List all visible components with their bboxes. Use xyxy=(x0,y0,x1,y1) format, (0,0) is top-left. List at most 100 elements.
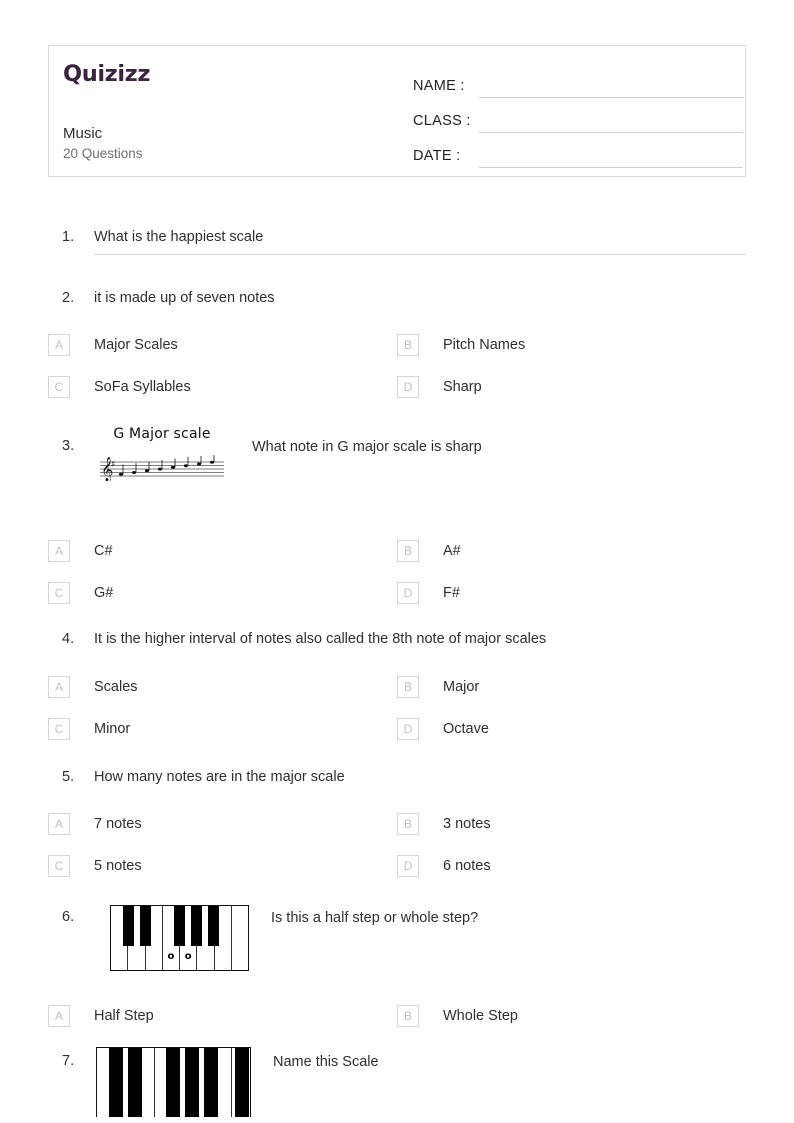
option-text: 5 notes xyxy=(94,858,142,875)
option-text: Scales xyxy=(94,678,138,695)
black-key-5 xyxy=(204,1048,218,1118)
option-a[interactable]: A Scales xyxy=(48,666,397,708)
question-number: 7. xyxy=(62,1053,75,1070)
option-text: Minor xyxy=(94,720,131,737)
black-key-2 xyxy=(128,1048,142,1118)
question-6: 6. o o Is this a half step or whole step… xyxy=(48,905,746,1037)
black-key-3 xyxy=(173,906,185,947)
option-letter: A xyxy=(48,675,70,698)
option-letter: C xyxy=(48,376,70,399)
option-letter: C xyxy=(48,717,70,740)
question-text: How many notes are in the major scale xyxy=(94,768,345,785)
name-input-line[interactable] xyxy=(479,76,743,98)
option-text: Major xyxy=(443,678,480,695)
white-key-8 xyxy=(232,906,248,970)
option-letter: D xyxy=(397,717,419,740)
option-b[interactable]: B 3 notes xyxy=(397,803,746,845)
question-number: 1. xyxy=(62,229,75,245)
key-marker: o xyxy=(167,951,175,963)
question-1: 1. What is the happiest scale xyxy=(48,228,746,255)
option-text: 6 notes xyxy=(443,858,491,875)
question-4: 4. It is the higher interval of notes al… xyxy=(48,630,746,750)
option-b[interactable]: B Major xyxy=(397,666,746,708)
question-text: It is the higher interval of notes also … xyxy=(94,631,547,648)
option-text: G# xyxy=(94,585,114,602)
music-staff-image: 𝄞 ♯ xyxy=(100,455,224,482)
option-letter: A xyxy=(48,540,70,563)
questions-list: 1. What is the happiest scale 2. it is m… xyxy=(48,228,746,1118)
question-image: G Major scale 𝄞 ♯ xyxy=(94,426,230,486)
question-text: What is the happiest scale xyxy=(94,228,746,255)
option-letter: B xyxy=(397,334,419,357)
option-letter: C xyxy=(48,855,70,878)
option-d[interactable]: D Sharp xyxy=(397,366,746,408)
option-letter: B xyxy=(397,813,419,836)
black-key-3 xyxy=(166,1048,180,1118)
student-info-fields: NAME : CLASS : DATE : xyxy=(413,64,743,169)
piano-keyboard-zoomed-image xyxy=(96,1047,251,1118)
option-text: SoFa Syllables xyxy=(94,379,191,396)
option-text: Sharp xyxy=(443,379,482,396)
option-a[interactable]: A C# xyxy=(48,530,397,572)
question-text: it is made up of seven notes xyxy=(94,289,275,306)
black-key-6 xyxy=(235,1048,249,1118)
worksheet-header: Quizizz Music 20 Questions NAME : CLASS … xyxy=(48,45,746,177)
option-d[interactable]: D 6 notes xyxy=(397,845,746,887)
staff-title: G Major scale xyxy=(113,426,211,443)
black-key-5 xyxy=(207,906,219,947)
black-key-2 xyxy=(139,906,151,947)
option-a[interactable]: A 7 notes xyxy=(48,803,397,845)
answer-options: A Scales B Major C Minor D Octave xyxy=(48,666,746,750)
svg-text:♯: ♯ xyxy=(111,460,115,470)
option-letter: D xyxy=(397,376,419,399)
question-7: 7. Name this Scale xyxy=(48,1047,746,1118)
option-c[interactable]: C Minor xyxy=(48,708,397,750)
key-marker: o xyxy=(184,951,192,963)
answer-options: A Major Scales B Pitch Names C SoFa Syll… xyxy=(48,324,746,408)
question-number: 6. xyxy=(62,909,75,926)
option-letter: B xyxy=(397,540,419,563)
date-input-line[interactable] xyxy=(479,146,743,168)
option-a[interactable]: A Half Step xyxy=(48,995,397,1037)
option-b[interactable]: B Whole Step xyxy=(397,995,746,1037)
class-field-row: CLASS : xyxy=(413,99,743,133)
answer-options: A 7 notes B 3 notes C 5 notes D 6 notes xyxy=(48,803,746,887)
option-c[interactable]: C 5 notes xyxy=(48,845,397,887)
name-field-label: NAME : xyxy=(413,78,465,94)
quizizz-logo: Quizizz xyxy=(63,61,151,87)
option-c[interactable]: C G# xyxy=(48,572,397,614)
option-text: Major Scales xyxy=(94,337,178,354)
option-c[interactable]: C SoFa Syllables xyxy=(48,366,397,408)
option-text: Pitch Names xyxy=(443,337,526,354)
answer-options: A Half Step B Whole Step xyxy=(48,995,746,1037)
question-3: 3. G Major scale 𝄞 ♯ What note in G majo… xyxy=(48,426,746,614)
option-b[interactable]: B A# xyxy=(397,530,746,572)
question-text: What note in G major scale is sharp xyxy=(252,439,482,456)
option-d[interactable]: D Octave xyxy=(397,708,746,750)
option-letter: A xyxy=(48,334,70,357)
answer-options: A C# B A# C G# D F# xyxy=(48,530,746,614)
question-number: 2. xyxy=(62,289,75,306)
option-b[interactable]: B Pitch Names xyxy=(397,324,746,366)
option-text: 3 notes xyxy=(443,816,491,833)
option-letter: D xyxy=(397,582,419,605)
option-a[interactable]: A Major Scales xyxy=(48,324,397,366)
question-image xyxy=(96,1047,251,1118)
option-letter: D xyxy=(397,855,419,878)
option-text: F# xyxy=(443,585,460,602)
quiz-question-count: 20 Questions xyxy=(63,146,143,161)
piano-keyboard-image: o o xyxy=(110,905,249,972)
question-text: Name this Scale xyxy=(273,1054,379,1071)
option-text: Whole Step xyxy=(443,1008,518,1025)
date-field-label: DATE : xyxy=(413,148,461,164)
question-number: 4. xyxy=(62,631,75,648)
option-d[interactable]: D F# xyxy=(397,572,746,614)
black-key-1 xyxy=(122,906,134,947)
option-letter: A xyxy=(48,1005,70,1028)
class-input-line[interactable] xyxy=(479,111,743,133)
question-5: 5. How many notes are in the major scale… xyxy=(48,768,746,888)
option-text: 7 notes xyxy=(94,816,142,833)
black-key-1 xyxy=(109,1048,123,1118)
option-letter: C xyxy=(48,582,70,605)
quiz-title: Music xyxy=(63,125,103,142)
